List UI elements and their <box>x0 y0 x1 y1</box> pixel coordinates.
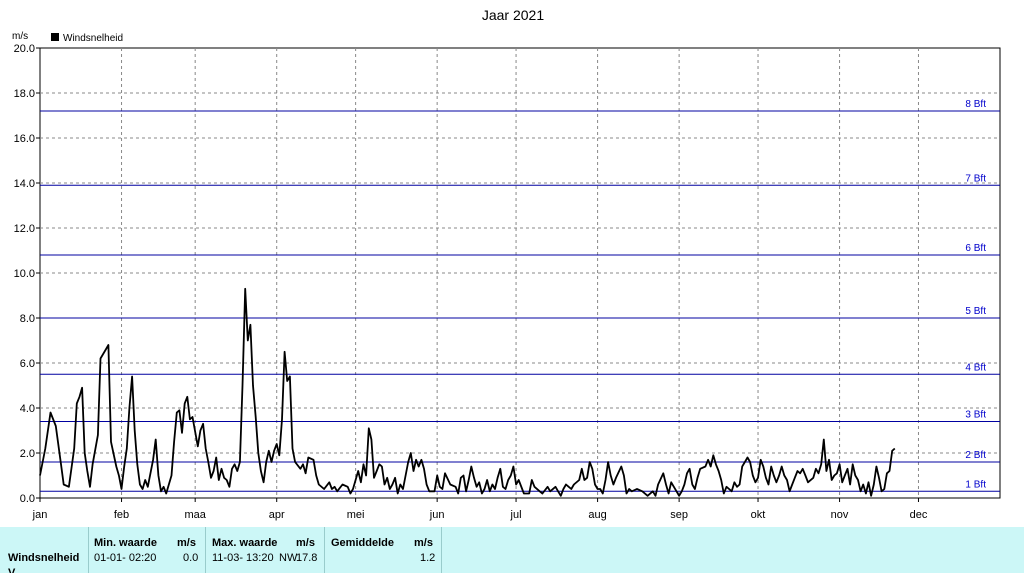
table-divider <box>441 527 442 573</box>
x-tick-label: dec <box>910 509 928 521</box>
y-tick-label: 10.0 <box>14 268 35 280</box>
x-tick-label: jan <box>32 509 48 521</box>
x-tick-label: okt <box>751 509 766 521</box>
max-header: Max. waarde <box>212 537 278 549</box>
x-tick-label: mei <box>347 509 365 521</box>
beaufort-label: 6 Bft <box>965 243 986 254</box>
row-name-partial: V <box>8 567 16 573</box>
row-name: Windsnelheid <box>8 552 80 564</box>
avg-unit-header: m/s <box>414 537 433 549</box>
x-tick-label: feb <box>114 509 129 521</box>
x-tick-label: nov <box>831 509 849 521</box>
min-date: 01-01- 02:20 <box>94 552 157 564</box>
legend-label: Windsnelheid <box>63 33 123 44</box>
min-unit-header: m/s <box>177 537 196 549</box>
x-tick-label: sep <box>670 509 688 521</box>
beaufort-label: 2 Bft <box>965 450 986 461</box>
y-tick-label: 0.0 <box>20 493 35 505</box>
max-unit-header: m/s <box>296 537 315 549</box>
x-tick-label: apr <box>269 509 285 521</box>
max-value: 17.8 <box>296 552 318 564</box>
x-tick-label: aug <box>588 509 606 521</box>
beaufort-label: 3 Bft <box>965 410 986 421</box>
y-tick-label: 8.0 <box>20 313 35 325</box>
y-tick-label: 16.0 <box>14 133 35 145</box>
y-unit-label: m/s <box>12 31 28 42</box>
min-value: 0.0 <box>183 552 199 564</box>
y-tick-label: 4.0 <box>20 403 35 415</box>
avg-value: 1.2 <box>420 552 436 564</box>
chart: 1 Bft 2 Bft 3 Bft 4 Bft 5 Bft 6 Bft 7 Bft 8 Bft… <box>12 7 1001 521</box>
y-tick-label: 18.0 <box>14 88 35 100</box>
beaufort-label: 4 Bft <box>965 362 986 373</box>
legend-swatch <box>51 33 59 41</box>
table-divider <box>324 527 325 573</box>
y-tick-label: 20.0 <box>14 43 35 55</box>
chart-title: Jaar 2021 <box>482 7 544 23</box>
beaufort-label: 8 Bft <box>965 99 986 110</box>
avg-header: Gemiddelde <box>331 537 394 549</box>
max-direction: NW <box>279 552 298 564</box>
table-divider <box>205 527 206 573</box>
min-header: Min. waarde <box>94 537 157 549</box>
x-tick-label: jul <box>510 509 522 521</box>
y-tick-label: 14.0 <box>14 178 35 190</box>
y-tick-label: 2.0 <box>20 448 35 460</box>
max-date: 11-03- 13:20 <box>212 552 274 564</box>
y-tick-label: 6.0 <box>20 358 35 370</box>
y-tick-label: 12.0 <box>14 223 35 235</box>
beaufort-label: 7 Bft <box>965 173 986 184</box>
beaufort-label: 5 Bft <box>965 306 986 317</box>
beaufort-label: 1 Bft <box>965 479 986 490</box>
table-divider <box>88 527 89 573</box>
x-tick-label: maa <box>184 509 206 521</box>
x-tick-label: jun <box>429 509 445 521</box>
stats-table: Min. waarde m/s Max. waarde m/s Gemiddel… <box>0 527 1024 573</box>
